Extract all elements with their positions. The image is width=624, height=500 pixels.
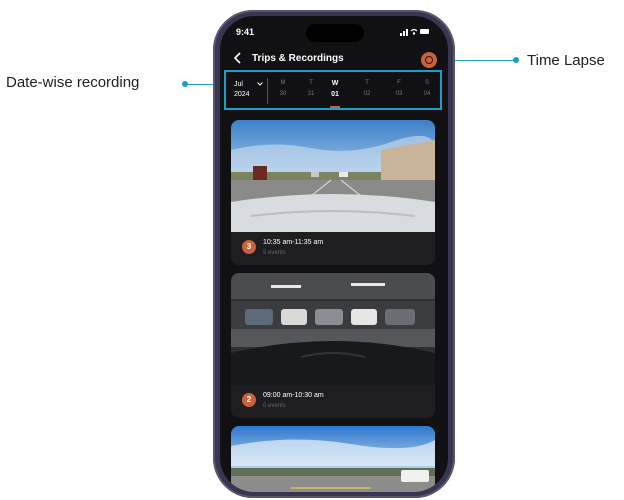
recording-time-range: 09:00 am-10:30 am [263,392,324,399]
dynamic-island [306,24,364,42]
signal-wifi-battery-icon [400,28,429,36]
recording-thumbnail [231,120,435,232]
day-item[interactable]: M 30 [272,78,294,100]
recording-time-range: 10:35 am-11:35 am [263,239,324,246]
phone-screen: 9:41 Trips & Recordings Jul 2024 M 30 T … [220,16,448,492]
day-date: 03 [395,91,403,97]
status-icons [400,27,430,38]
day-of-week: S [424,80,429,86]
date-strip: Jul 2024 M 30 T 31 W 01 T 02 F 03 S 04 [224,70,442,110]
day-item[interactable]: T 31 [300,78,322,100]
day-item[interactable]: F 03 [388,78,410,100]
month-selector[interactable]: Jul 2024 [234,80,250,100]
day-date: 31 [307,91,315,97]
selected-day-underline [330,106,340,108]
date-wise-recording-annotation: Date-wise recording [6,74,140,91]
page-title: Trips & Recordings [252,53,344,64]
recording-card[interactable]: 2 09:00 am-10:30 am 0 events [231,273,435,418]
day-item-selected[interactable]: W 01 [324,78,346,100]
status-time: 9:41 [236,27,255,37]
chevron-down-icon[interactable] [257,81,263,88]
day-of-week: T [365,80,369,86]
day-of-week: T [309,80,313,86]
year-label: 2024 [234,91,250,98]
day-date: 01 [331,91,339,98]
day-item[interactable]: S 04 [416,78,438,100]
recording-card[interactable] [231,426,435,492]
back-button[interactable] [233,52,242,66]
recording-card[interactable]: 3 10:35 am-11:35 am 5 events [231,120,435,265]
day-of-week: F [397,80,401,86]
recording-index-badge: 3 [242,240,256,254]
recording-event-count: 5 events [263,250,286,256]
day-item[interactable]: T 02 [356,78,378,100]
recording-thumbnail [231,426,435,492]
divider [267,78,268,104]
recording-index-badge: 2 [242,393,256,407]
recording-event-count: 0 events [263,403,286,409]
time-lapse-annotation: Time Lapse [527,52,605,69]
day-of-week: M [280,80,286,86]
time-lapse-button[interactable] [421,52,437,68]
day-date: 02 [363,91,371,97]
day-of-week: W [331,80,339,87]
recording-thumbnail [231,273,435,385]
day-date: 30 [279,91,287,97]
chevron-left-icon [233,52,241,64]
month-label: Jul [234,81,243,88]
day-date: 04 [423,91,431,97]
